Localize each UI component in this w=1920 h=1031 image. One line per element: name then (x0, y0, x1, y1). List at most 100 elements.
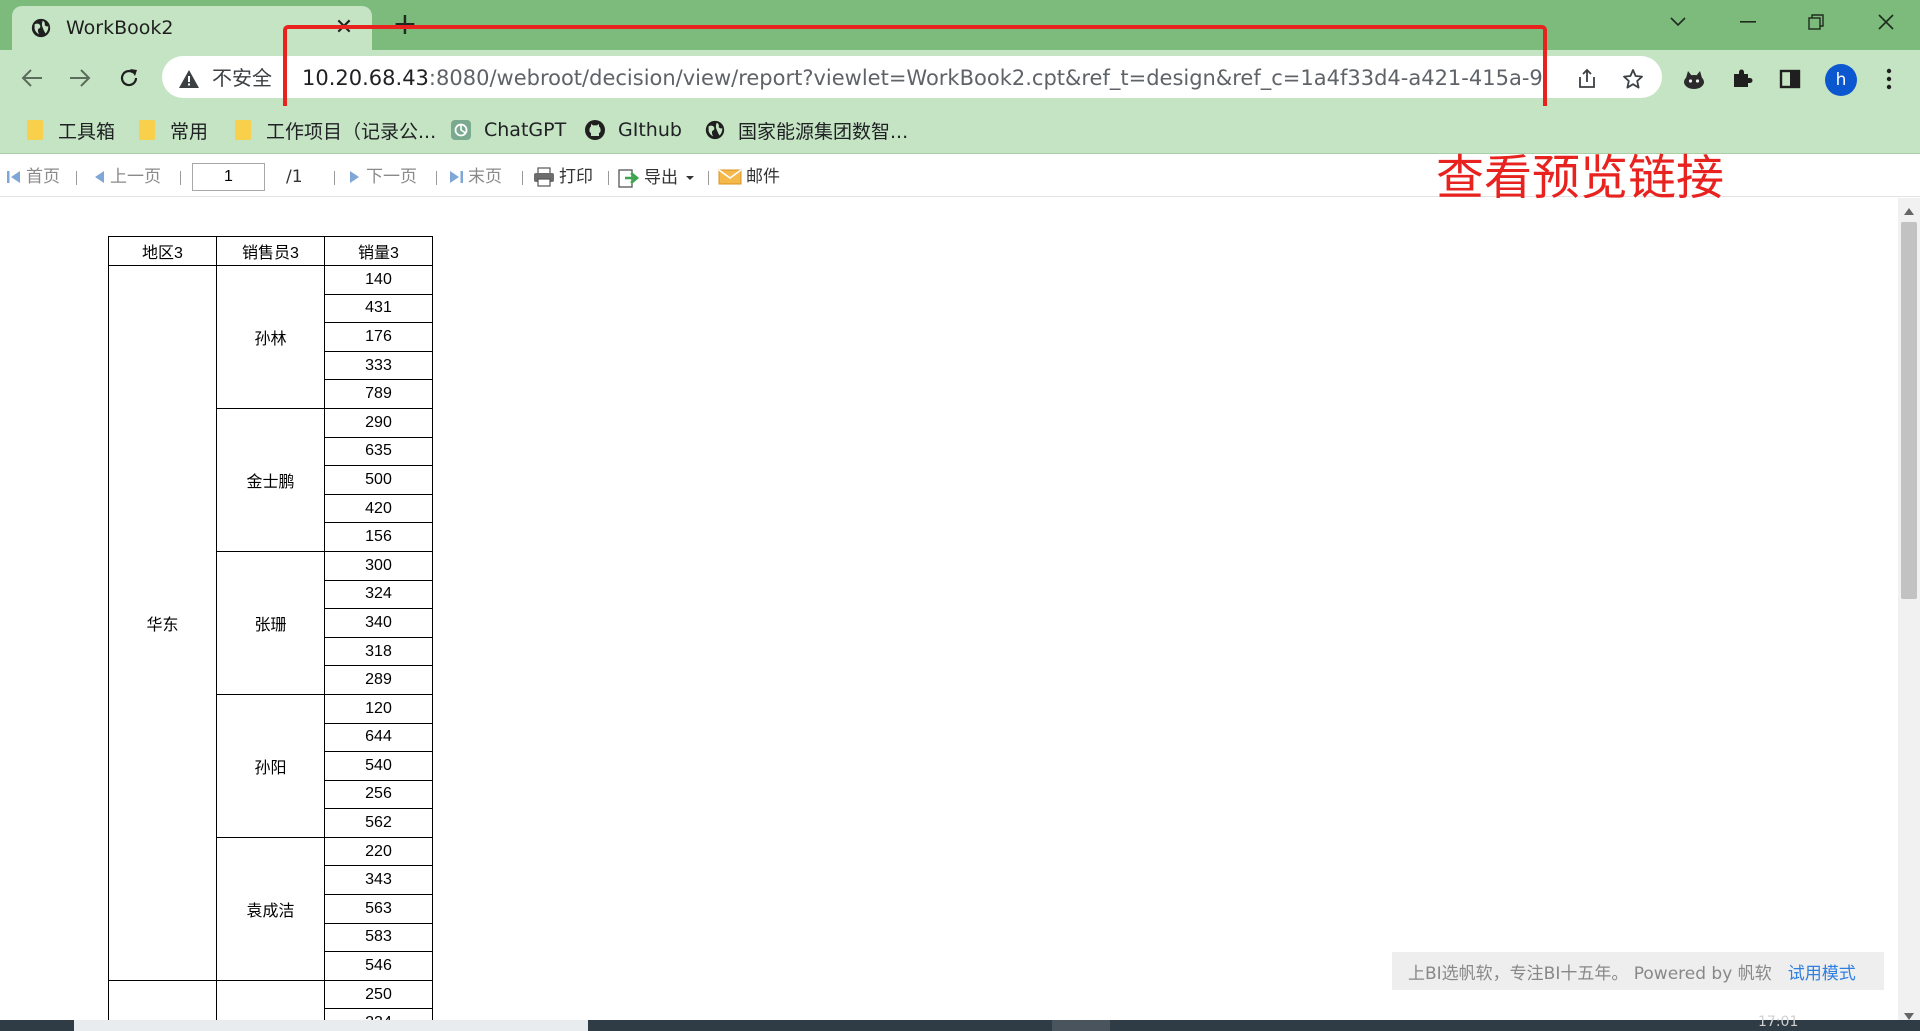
bookmark-item[interactable]: 国家能源集团数智... (704, 116, 908, 144)
prev-page-button[interactable]: 上一页 (92, 167, 161, 187)
reload-icon[interactable] (113, 62, 145, 94)
bookmarks-bar: 工具箱 常用 工作项目（记录公... ChatGPT GIthub 国家能源集团… (0, 106, 1920, 154)
last-page-button[interactable]: 末页 (448, 167, 502, 187)
quantity-cell: 431 (324, 293, 433, 324)
forward-icon[interactable] (64, 62, 96, 94)
taskbar-app-item[interactable] (1052, 1020, 1110, 1031)
quantity-cell: 120 (324, 693, 433, 724)
quantity-cell: 420 (324, 493, 433, 524)
profile-avatar[interactable]: h (1825, 64, 1857, 96)
globe-icon (704, 119, 726, 141)
toolbar-divider (76, 171, 77, 185)
scrollbar-thumb[interactable] (1901, 222, 1917, 599)
bookmark-star-icon[interactable] (1620, 66, 1646, 92)
table-row: 华东 孙林 140 (108, 265, 433, 981)
side-panel-icon[interactable] (1775, 64, 1805, 94)
security-label[interactable]: 不安全 (212, 64, 272, 92)
bookmark-item[interactable]: 工具箱 (24, 116, 115, 144)
back-icon[interactable] (16, 62, 48, 94)
mail-icon (718, 169, 742, 185)
region-cell (108, 979, 217, 1020)
first-page-label: 首页 (26, 167, 60, 187)
region-cell: 华东 (108, 265, 217, 981)
globe-icon (31, 18, 51, 38)
powered-text: 上BI选帆软，专注BI十五年。 Powered by 帆软 (1408, 963, 1772, 984)
quantity-cell: 644 (324, 722, 433, 753)
powered-by-banner: 上BI选帆软，专注BI十五年。 Powered by 帆软 试用模式 (1392, 952, 1884, 990)
bookmark-label: 工具箱 (58, 120, 116, 143)
quantity-cell: 300 (324, 550, 433, 581)
vertical-scrollbar[interactable] (1898, 198, 1920, 1020)
toolbar-divider (436, 171, 437, 185)
quantity-cell: 333 (324, 350, 433, 381)
quantity-cell: 324 (324, 579, 433, 610)
prev-page-label: 上一页 (110, 167, 161, 187)
trial-mode-link[interactable]: 试用模式 (1788, 959, 1856, 984)
salesperson-cell: 袁成洁 (216, 836, 325, 981)
scroll-down-arrow-icon[interactable] (1904, 1013, 1914, 1020)
taskbar: 17:01 (0, 1014, 1920, 1031)
next-page-icon (350, 171, 359, 183)
bookmark-item[interactable]: GIthub (584, 116, 682, 144)
extensions-puzzle-icon[interactable] (1727, 64, 1757, 94)
quantity-cell: 176 (324, 322, 433, 352)
restore-icon[interactable] (1794, 8, 1838, 36)
bookmark-label: 国家能源集团数智... (738, 120, 909, 143)
menu-kebab-icon[interactable] (1874, 64, 1904, 94)
printer-icon (534, 167, 554, 187)
bookmark-item[interactable]: ChatGPT (450, 116, 566, 144)
table-header-row: 地区3 销售员3 销量3 (108, 236, 433, 266)
quantity-cell: 140 (324, 265, 433, 295)
quantity-cell: 343 (324, 865, 433, 896)
export-icon (618, 169, 640, 188)
minimize-icon[interactable] (1726, 8, 1770, 36)
quantity-cell: 546 (324, 951, 433, 981)
quantity-cell: 256 (324, 779, 433, 810)
page-number-input[interactable] (192, 163, 265, 191)
close-window-icon[interactable] (1864, 8, 1908, 36)
salesperson-cell (216, 979, 325, 1020)
header-quantity: 销量3 (324, 236, 433, 266)
print-label: 打印 (559, 167, 593, 187)
quantity-cell: 156 (324, 522, 433, 552)
quantity-cell: 583 (324, 922, 433, 953)
mail-button[interactable]: 邮件 (718, 167, 780, 187)
scroll-up-arrow-icon[interactable] (1904, 208, 1914, 215)
quantity-cell: 250 (324, 979, 433, 1010)
quantity-cell: 500 (324, 465, 433, 495)
quantity-cell: 289 (324, 665, 433, 695)
quantity-cell: 635 (324, 436, 433, 467)
quantity-cell: 318 (324, 636, 433, 667)
url-highlight-box (283, 25, 1547, 111)
next-page-button[interactable]: 下一页 (348, 167, 417, 187)
toolbar-divider (608, 171, 609, 185)
toolbar-divider (334, 171, 335, 185)
chatgpt-icon (450, 119, 472, 141)
bookmark-item[interactable]: 常用 (136, 116, 208, 144)
header-region: 地区3 (108, 236, 217, 266)
page-total: /1 (286, 167, 303, 187)
quantity-cell: 220 (324, 836, 433, 867)
folder-icon (24, 119, 46, 141)
share-icon[interactable] (1574, 66, 1600, 92)
toolbar-divider (180, 171, 181, 185)
next-page-label: 下一页 (366, 167, 417, 187)
first-page-button[interactable]: 首页 (6, 167, 60, 187)
bookmark-label: 工作项目（记录公... (266, 120, 437, 143)
report-canvas: 地区3 销售员3 销量3 华东 孙林 140 431 176 333 789 金… (0, 198, 1898, 1020)
quantity-cell: 234 (324, 1008, 433, 1020)
last-page-icon (450, 171, 463, 183)
extension-cat-icon[interactable] (1679, 64, 1709, 94)
quantity-cell: 562 (324, 808, 433, 838)
tab-search-chevron-icon[interactable] (1656, 8, 1700, 36)
print-button[interactable]: 打印 (533, 167, 593, 187)
salesperson-cell: 孙林 (216, 265, 325, 409)
taskbar-search-area[interactable] (74, 1020, 588, 1031)
salesperson-cell: 张珊 (216, 550, 325, 695)
export-button[interactable]: 导出 (618, 167, 696, 189)
quantity-cell: 563 (324, 894, 433, 924)
bookmark-item[interactable]: 工作项目（记录公... (232, 116, 436, 144)
folder-icon (232, 119, 254, 141)
toolbar-divider (708, 171, 709, 185)
prev-page-icon (95, 171, 104, 183)
